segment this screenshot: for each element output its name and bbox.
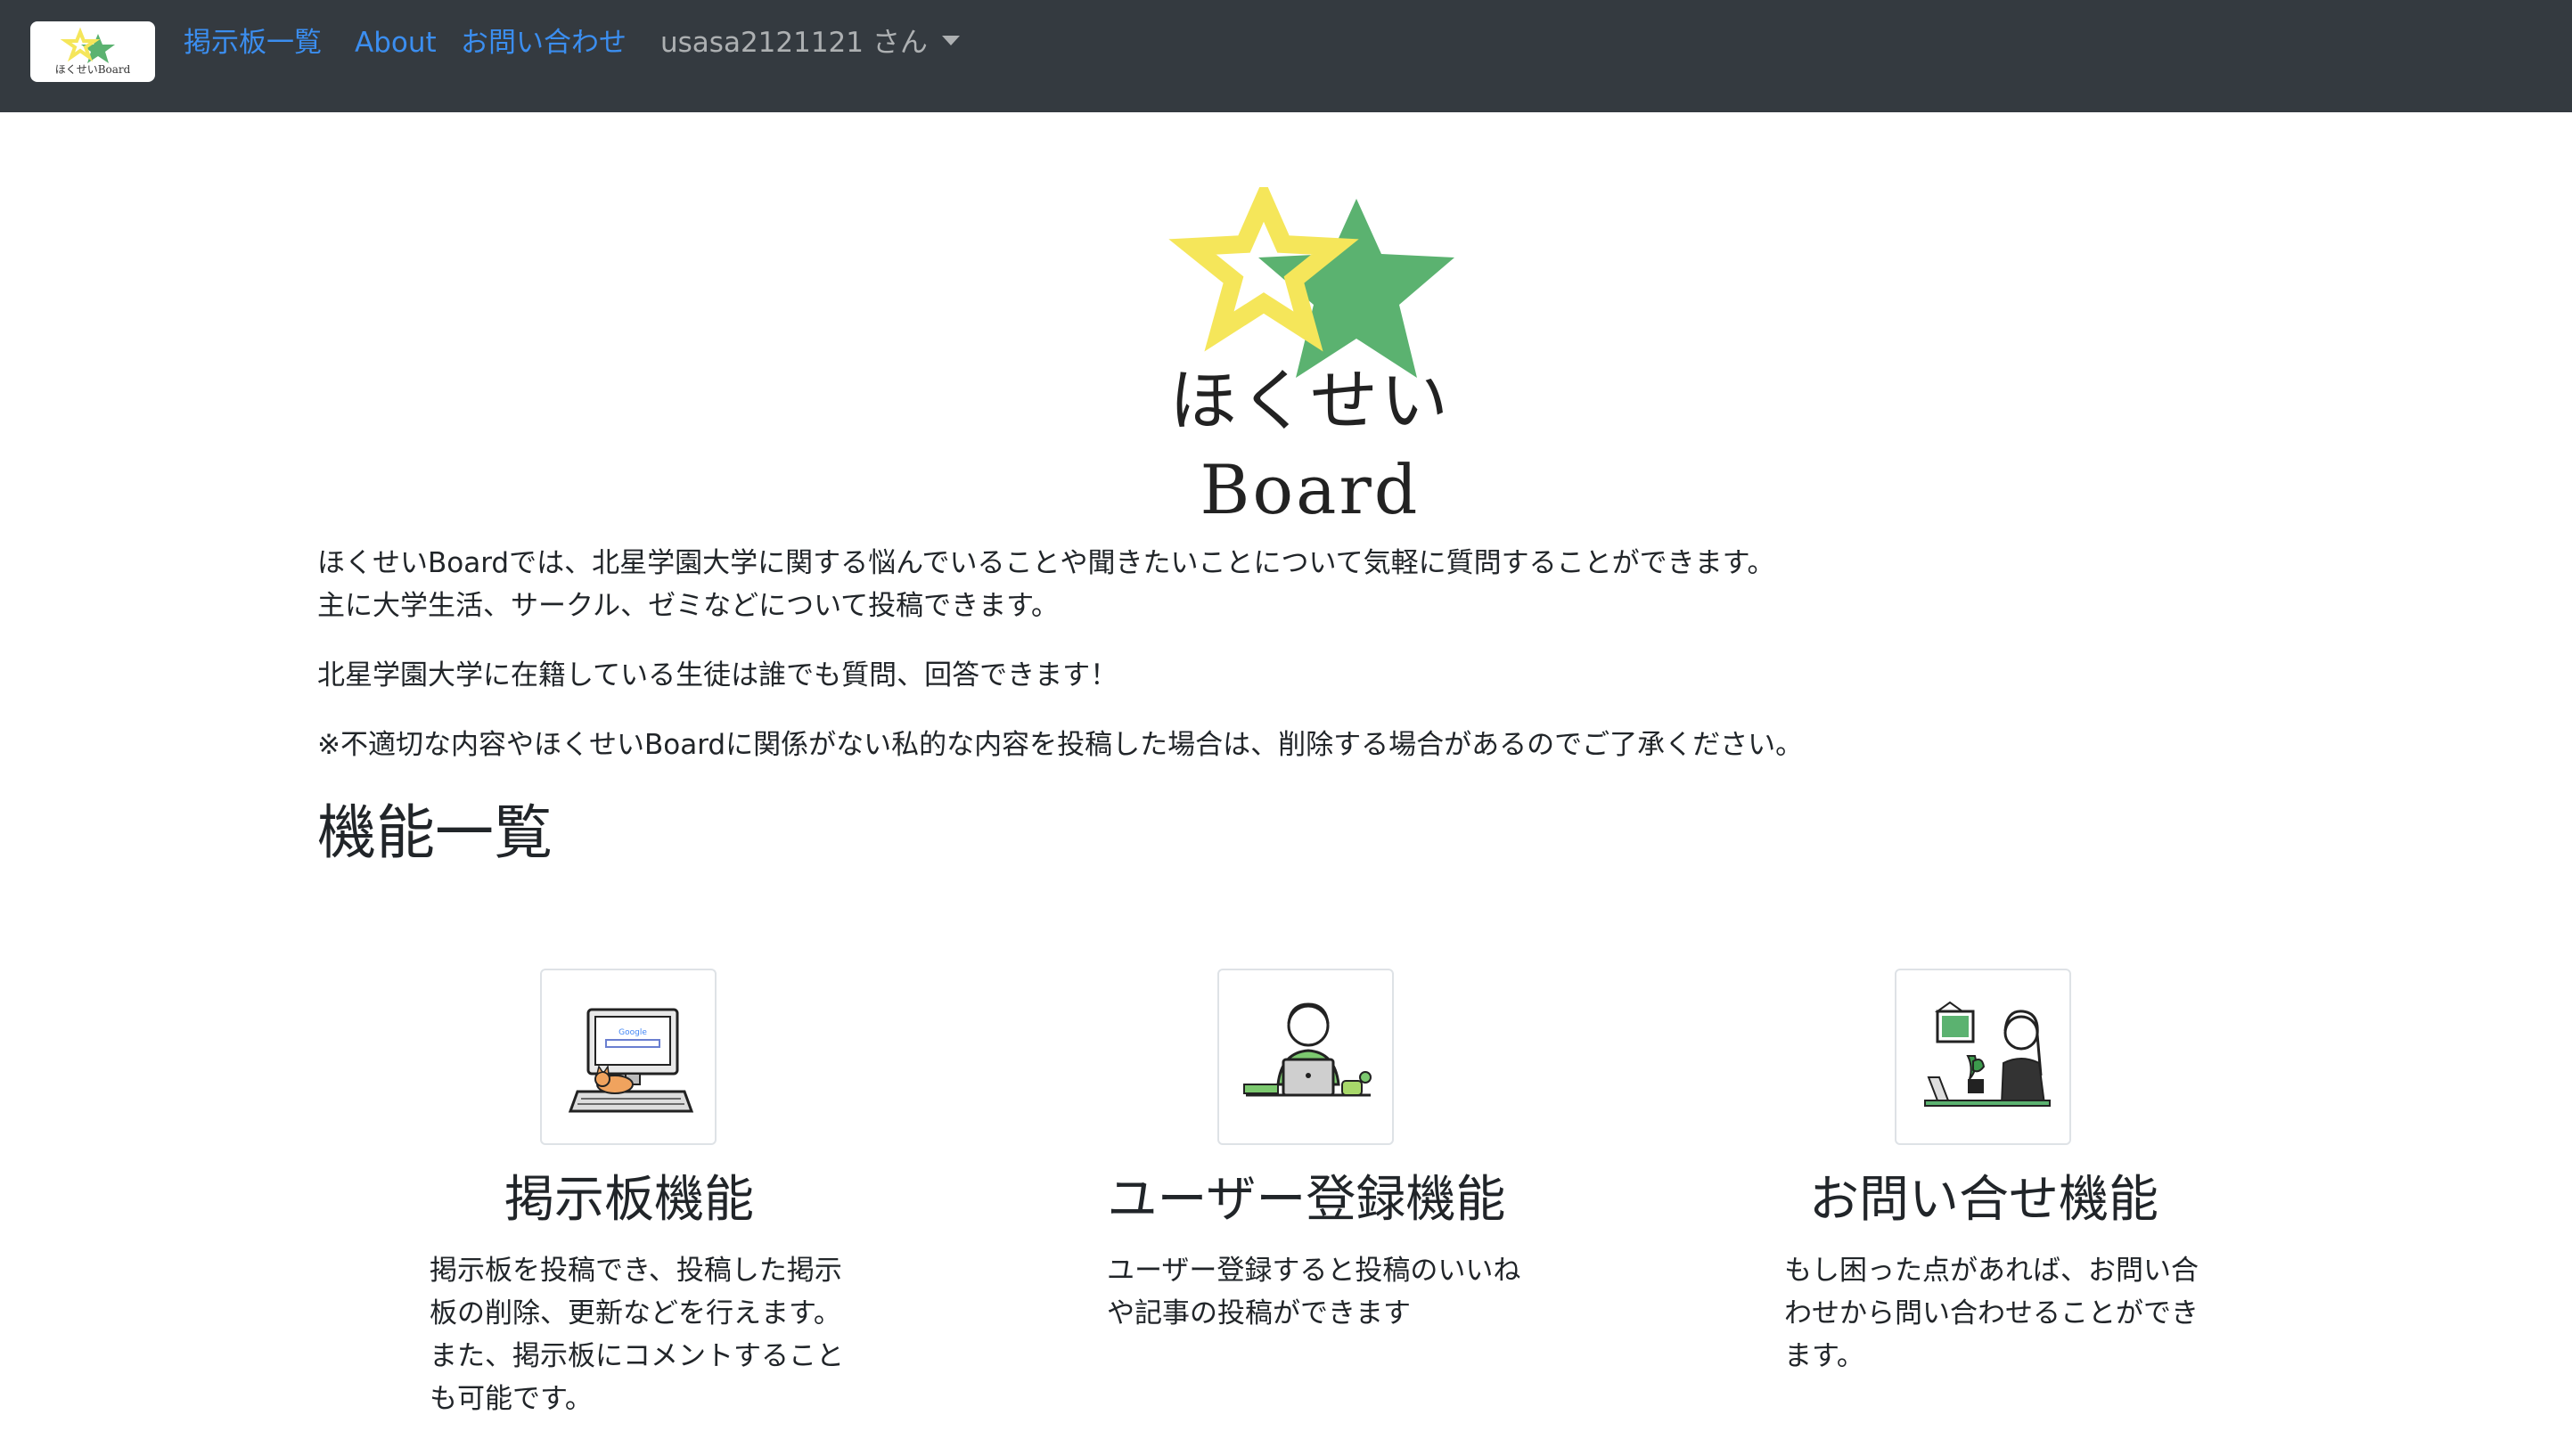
brand-logo-link[interactable]: ほくせいBoard bbox=[30, 21, 155, 82]
intro-line: 主に大学生活、サークル、ゼミなどについて投稿できます。 bbox=[317, 590, 1060, 622]
features-section-title: 機能一覧 bbox=[317, 798, 553, 867]
user-name: usasa2121121 さん bbox=[660, 27, 928, 59]
feature-title-board: 掲示板機能 bbox=[504, 1171, 754, 1229]
feature-desc-register: ユーザー登録すると投稿のいいね や記事の投稿ができます bbox=[1107, 1249, 1542, 1335]
brand-text: ほくせいBoard bbox=[55, 63, 131, 76]
computer-with-cat-icon: Google bbox=[568, 1008, 694, 1113]
feature-desc-board: 掲示板を投稿でき、投稿した掲示 板の削除、更新などを行えます。 また、掲示板にコ… bbox=[430, 1249, 864, 1420]
feature-desc-line: ます。 bbox=[1784, 1340, 1864, 1372]
nav-link-about[interactable]: About bbox=[355, 23, 437, 62]
brand-star-icon: ほくせいBoard bbox=[55, 27, 131, 76]
feature-desc-line: ユーザー登録すると投稿のいいね bbox=[1107, 1255, 1521, 1287]
nav-link-contact[interactable]: お問い合わせ bbox=[461, 23, 627, 62]
feature-desc-contact: もし困った点があれば、お問い合 わせから問い合わせることができ ます。 bbox=[1784, 1249, 2219, 1378]
feature-desc-line: 板の削除、更新などを行えます。 bbox=[430, 1297, 841, 1329]
feature-desc-line: や記事の投稿ができます bbox=[1107, 1297, 1411, 1329]
intro-notice: ※不適切な内容やほくせいBoardに関係がない私的な内容を投稿した場合は、削除す… bbox=[317, 729, 1804, 761]
nav-link-board-list[interactable]: 掲示板一覧 bbox=[184, 23, 322, 62]
feature-desc-line: また、掲示板にコメントすること bbox=[430, 1340, 844, 1372]
chevron-down-icon bbox=[941, 36, 960, 45]
person-at-laptop-icon bbox=[1243, 1002, 1372, 1097]
woman-at-desk-icon bbox=[1924, 1001, 2051, 1107]
feature-desc-line: わせから問い合わせることができ bbox=[1784, 1297, 2199, 1329]
feature-thumb-contact bbox=[1895, 969, 2071, 1145]
navbar: ほくせいBoard 掲示板一覧 About お問い合わせ usasa212112… bbox=[0, 0, 2572, 112]
feature-title-contact: お問い合せ機能 bbox=[1809, 1171, 2158, 1229]
user-dropdown[interactable]: usasa2121121 さん bbox=[660, 23, 960, 62]
feature-title-register: ユーザー登録機能 bbox=[1107, 1171, 1506, 1229]
feature-thumb-register bbox=[1217, 969, 1394, 1145]
feature-desc-line: もし困った点があれば、お問い合 bbox=[1784, 1255, 2199, 1287]
intro-text: ほくせいBoardでは、北星学園大学に関する悩んでいることや聞きたいことについて… bbox=[317, 542, 2278, 766]
feature-desc-line: 掲示板を投稿でき、投稿した掲示 bbox=[430, 1255, 842, 1287]
svg-text:Google: Google bbox=[618, 1028, 647, 1037]
feature-thumb-board: Google bbox=[540, 969, 717, 1145]
feature-desc-line: も可能です。 bbox=[430, 1383, 593, 1415]
hero-title: ほくせいBoard bbox=[1169, 361, 1451, 529]
intro-line: ほくせいBoardでは、北星学園大学に関する悩んでいることや聞きたいことについて… bbox=[317, 547, 1775, 579]
intro-line: 北星学園大学に在籍している生徒は誰でも質問、回答できます！ bbox=[317, 659, 1118, 691]
